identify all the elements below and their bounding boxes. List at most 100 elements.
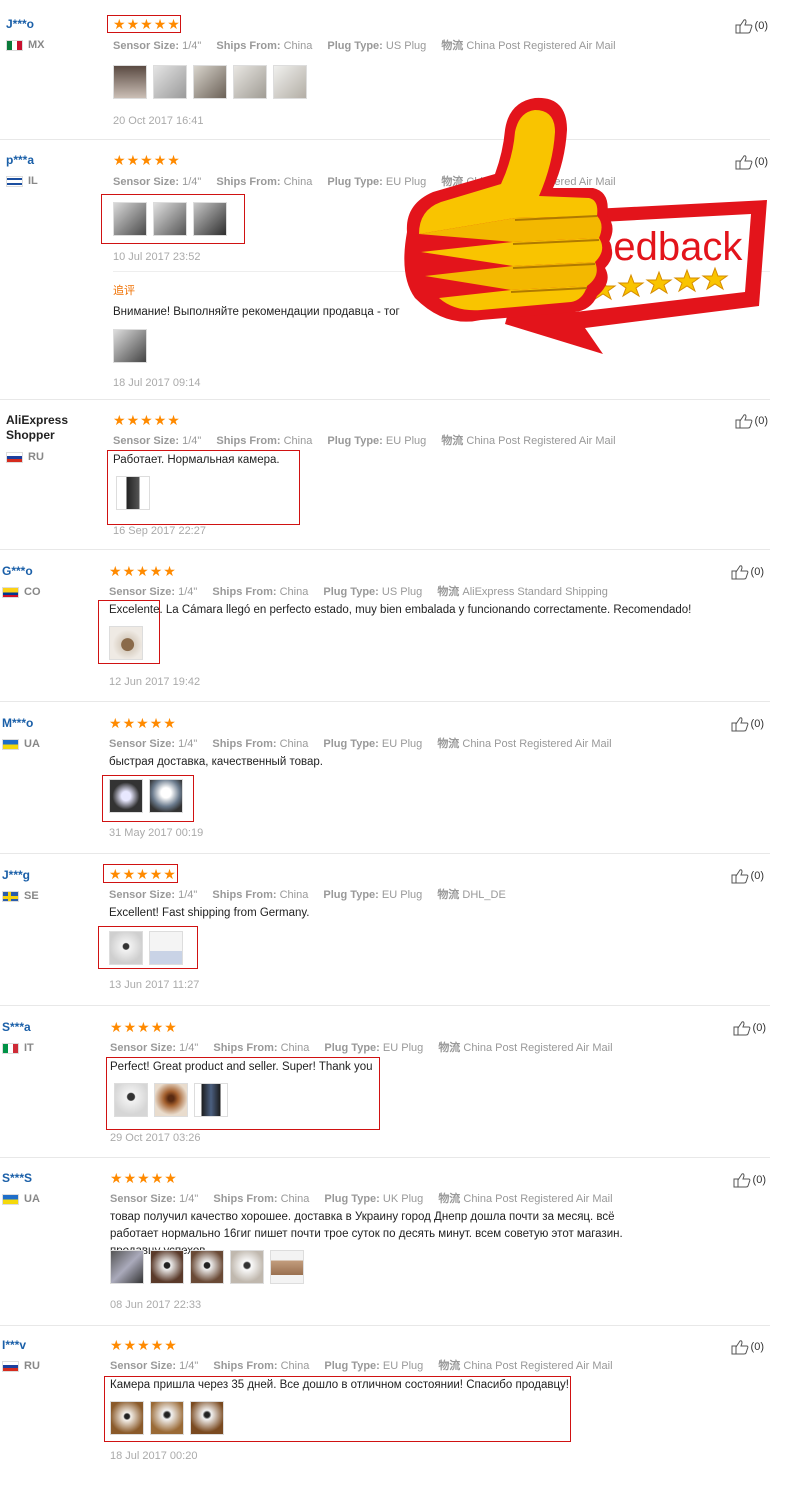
- review-photo[interactable]: [273, 65, 307, 99]
- sensor-label: Sensor Size:: [113, 40, 180, 52]
- review-text: Excellent! Fast shipping from Germany.: [109, 907, 310, 919]
- logistics-label: 物流: [437, 586, 460, 598]
- sensor-value: 1/4": [178, 889, 198, 901]
- review-date: 08 Jun 2017 22:33: [110, 1299, 202, 1311]
- review-photo[interactable]: [110, 1250, 144, 1284]
- star-rating: ★ ★ ★ ★ ★: [110, 1338, 177, 1352]
- helpful-button[interactable]: (0): [735, 18, 768, 34]
- append-review-text: Внимание! Выполняйте рекомендации продав…: [113, 306, 400, 318]
- highlight-box: [102, 775, 194, 822]
- helpful-button[interactable]: (0): [733, 1020, 766, 1036]
- country-code: SE: [24, 890, 39, 902]
- star-icon: ★: [149, 715, 163, 731]
- thumbs-up-icon: [735, 19, 752, 34]
- helpful-button[interactable]: (0): [733, 1172, 766, 1188]
- highlight-box: [98, 926, 198, 969]
- country-code: IL: [28, 175, 38, 187]
- country-code: UA: [24, 1193, 40, 1205]
- ships-value: China: [283, 435, 313, 447]
- review-photo[interactable]: [230, 1250, 264, 1284]
- photo-list: [110, 1250, 304, 1284]
- review-attributes: Sensor Size: 1/4" Ships From: China Plug…: [110, 1039, 625, 1055]
- highlight-box: [107, 15, 181, 33]
- ships-label: Ships From:: [212, 889, 277, 901]
- ships-label: Ships From:: [212, 738, 277, 750]
- sensor-label: Sensor Size:: [113, 435, 180, 447]
- reviewer-name[interactable]: p***a: [6, 153, 106, 167]
- review-photo[interactable]: [233, 65, 267, 99]
- flag-ua-icon: [2, 738, 19, 750]
- review-photo[interactable]: [190, 1250, 224, 1284]
- reviewer-name[interactable]: AliExpress Shopper: [6, 413, 78, 443]
- review-item: M***o UA ★ ★ ★ ★ ★ Sensor Size: 1/4" Ships F…: [0, 702, 770, 854]
- review-attributes: Sensor Size: 1/4" Ships From: China Plug…: [109, 886, 518, 902]
- reviewer-name[interactable]: S***a: [2, 1020, 102, 1034]
- helpful-button[interactable]: (0): [731, 716, 764, 732]
- helpful-button[interactable]: (0): [735, 413, 768, 429]
- review-attributes: Sensor Size: 1/4" Ships From: China Plug…: [109, 583, 620, 599]
- helpful-count: (0): [750, 1341, 764, 1353]
- reviewer-name[interactable]: J***o: [6, 17, 106, 31]
- ships-value: China: [280, 1360, 310, 1372]
- star-icon: ★: [150, 1170, 164, 1186]
- star-icon: ★: [153, 152, 167, 168]
- helpful-count: (0): [752, 1174, 766, 1186]
- star-icon: ★: [137, 1337, 150, 1353]
- ships-label: Ships From:: [213, 1193, 278, 1205]
- helpful-button[interactable]: (0): [731, 564, 764, 580]
- sensor-value: 1/4": [182, 40, 202, 52]
- star-icon: ★: [110, 1019, 123, 1035]
- reviewer-name[interactable]: I***v: [2, 1338, 102, 1352]
- star-icon: ★: [136, 715, 149, 731]
- reviewer-name[interactable]: G***o: [2, 564, 102, 578]
- star-icon: ★: [109, 715, 122, 731]
- helpful-count: (0): [750, 718, 764, 730]
- review-text: быстрая доставка, качественный товар.: [109, 756, 323, 768]
- star-icon: ★: [149, 563, 163, 579]
- review-photo[interactable]: [113, 329, 147, 363]
- thumbs-up-icon: [731, 717, 748, 732]
- star-rating: ★ ★ ★ ★ ★: [110, 1171, 177, 1185]
- ships-value: China: [283, 176, 313, 188]
- review-photo[interactable]: [150, 1250, 184, 1284]
- logistics-label: 物流: [437, 889, 460, 901]
- sensor-value: 1/4": [179, 1193, 199, 1205]
- plug-value: UK Plug: [382, 1193, 424, 1205]
- ships-label: Ships From:: [216, 40, 281, 52]
- review-photo[interactable]: [153, 65, 187, 99]
- sensor-value: 1/4": [178, 738, 198, 750]
- star-icon: ★: [140, 152, 153, 168]
- review-photo[interactable]: [270, 1250, 304, 1284]
- logistics-value: DHL_DE: [462, 889, 506, 901]
- reviewer-name[interactable]: M***o: [2, 716, 102, 730]
- ships-label: Ships From:: [213, 1360, 278, 1372]
- logistics-label: 物流: [438, 1360, 461, 1372]
- star-icon: ★: [113, 412, 126, 428]
- review-text: Excelente. La Cámara llegó en perfecto e…: [109, 604, 692, 616]
- plug-value: US Plug: [381, 586, 423, 598]
- review-date: 16 Sep 2017 22:27: [113, 525, 206, 537]
- star-icon: ★: [110, 1170, 123, 1186]
- review-item: S***S UA ★ ★ ★ ★ ★ Sensor Size: 1/4" Ships F…: [0, 1158, 770, 1326]
- reviewer-name[interactable]: J***g: [2, 868, 102, 882]
- country-code: CO: [24, 586, 41, 598]
- star-icon: ★: [137, 1170, 150, 1186]
- flag-ua-icon: [2, 1193, 19, 1205]
- star-icon: ★: [110, 1337, 123, 1353]
- star-rating: ★ ★ ★ ★ ★: [109, 564, 176, 578]
- review-photo[interactable]: [113, 65, 147, 99]
- ships-value: China: [279, 738, 309, 750]
- reviewer-name[interactable]: S***S: [2, 1171, 102, 1185]
- logistics-value: China Post Registered Air Mail: [466, 40, 616, 52]
- star-icon: ★: [126, 412, 140, 428]
- star-rating: ★ ★ ★ ★ ★: [110, 1020, 177, 1034]
- highlight-box: [101, 194, 245, 244]
- review-attributes: Sensor Size: 1/4" Ships From: China Plug…: [109, 735, 624, 751]
- ships-label: Ships From:: [216, 176, 281, 188]
- highlight-box: [106, 1057, 380, 1130]
- helpful-button[interactable]: (0): [731, 868, 764, 884]
- helpful-button[interactable]: (0): [731, 1339, 764, 1355]
- thumbs-up-icon: [731, 1340, 748, 1355]
- review-photo[interactable]: [193, 65, 227, 99]
- thumbs-up-icon: [735, 414, 752, 429]
